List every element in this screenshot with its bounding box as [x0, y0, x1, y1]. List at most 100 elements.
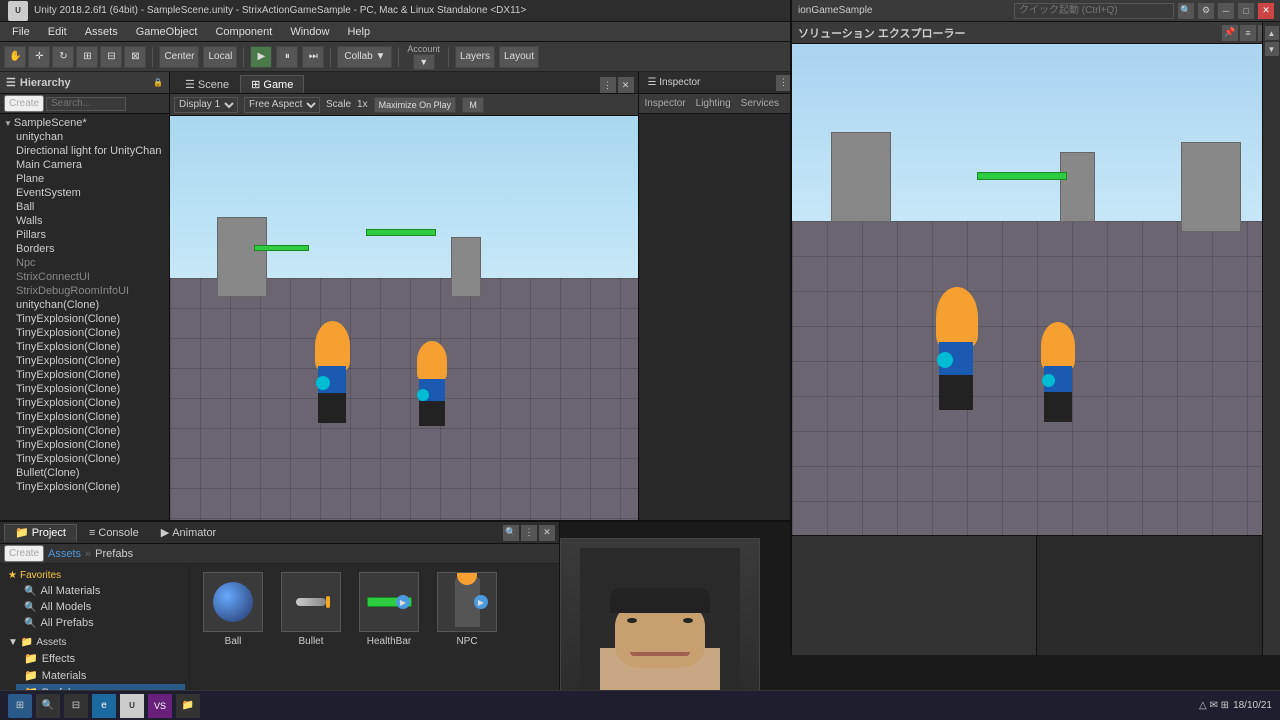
menu-edit[interactable]: Edit — [40, 24, 75, 40]
taskbar-explorer[interactable]: 📁 — [176, 694, 200, 718]
display-select[interactable]: Display 1 — [174, 97, 238, 113]
hierarchy-item-bullet[interactable]: Bullet(Clone) — [0, 466, 169, 480]
hierarchy-item-unitychan[interactable]: unitychan — [0, 130, 169, 144]
tab-animator[interactable]: ▶ Animator — [151, 524, 227, 542]
menu-window[interactable]: Window — [282, 24, 337, 40]
effects-folder[interactable]: 📁Effects — [16, 650, 185, 667]
hierarchy-item-tiny5[interactable]: TinyExplosion(Clone) — [0, 368, 169, 382]
taskbar-edge[interactable]: e — [92, 694, 116, 718]
sol-options-btn[interactable]: ≡ — [1240, 25, 1256, 41]
hierarchy-item-unitychan-clone[interactable]: unitychan(Clone) — [0, 298, 169, 312]
hierarchy-item-plane[interactable]: Plane — [0, 172, 169, 186]
all-materials-item[interactable]: 🔍All Materials — [16, 583, 185, 599]
quick-launch-input[interactable] — [1014, 3, 1174, 19]
services-tab[interactable]: Services — [737, 96, 783, 111]
sol-pin-btn[interactable]: 📌 — [1222, 25, 1238, 41]
hierarchy-item-eventsystem[interactable]: EventSystem — [0, 186, 169, 200]
hierarchy-item-tiny9[interactable]: TinyExplosion(Clone) — [0, 424, 169, 438]
center-button[interactable]: Center — [159, 46, 199, 68]
pause-button[interactable]: ⏸ — [276, 46, 298, 68]
view-options-btn[interactable]: ⋮ — [600, 77, 616, 93]
taskbar-unity[interactable]: U — [120, 694, 144, 718]
right-maximize-btn[interactable]: □ — [1238, 3, 1254, 19]
right-minimize-btn[interactable]: ─ — [1218, 3, 1234, 19]
hierarchy-item-tiny8[interactable]: TinyExplosion(Clone) — [0, 410, 169, 424]
taskbar-start[interactable]: ⊞ — [8, 694, 32, 718]
local-button[interactable]: Local — [203, 46, 237, 68]
asset-bullet[interactable]: Bullet — [276, 572, 346, 647]
materials-folder[interactable]: 📁Materials — [16, 667, 185, 684]
play-button[interactable]: ▶ — [250, 46, 272, 68]
favorites-folder[interactable]: ★Favorites — [4, 568, 185, 583]
menu-component[interactable]: Component — [207, 24, 280, 40]
maximize-play-btn[interactable]: Maximize On Play — [374, 97, 457, 113]
tab-project[interactable]: 📁 Project — [4, 524, 77, 542]
right-side-btn2[interactable]: ▼ — [1265, 42, 1279, 56]
view-close-btn[interactable]: ✕ — [618, 77, 634, 93]
hierarchy-item-tiny6[interactable]: TinyExplosion(Clone) — [0, 382, 169, 396]
menu-file[interactable]: File — [4, 24, 38, 40]
hierarchy-item-dirlight[interactable]: Directional light for UnityChan — [0, 144, 169, 158]
menu-assets[interactable]: Assets — [77, 24, 126, 40]
all-models-item[interactable]: 🔍All Models — [16, 599, 185, 615]
hierarchy-search[interactable] — [46, 97, 126, 111]
hierarchy-item-tiny2[interactable]: TinyExplosion(Clone) — [0, 326, 169, 340]
hierarchy-item-ball[interactable]: Ball — [0, 200, 169, 214]
scale-tool-btn[interactable]: ⊞ — [76, 46, 98, 68]
move-tool-btn[interactable]: ✛ — [28, 46, 50, 68]
right-settings-btn[interactable]: ⚙ — [1198, 3, 1214, 19]
hierarchy-item-samplescene[interactable]: ▼ SampleScene* — [0, 116, 169, 130]
hierarchy-item-borders[interactable]: Borders — [0, 242, 169, 256]
hierarchy-item-pillars[interactable]: Pillars — [0, 228, 169, 242]
right-close-btn[interactable]: ✕ — [1258, 3, 1274, 19]
hierarchy-item-tiny4[interactable]: TinyExplosion(Clone) — [0, 354, 169, 368]
asset-healthbar[interactable]: ▶ HealthBar — [354, 572, 424, 647]
hierarchy-item-strixdebug[interactable]: StrixDebugRoomInfoUI — [0, 284, 169, 298]
project-search-btn[interactable]: 🔍 — [503, 525, 519, 541]
all-prefabs-item[interactable]: 🔍All Prefabs — [16, 615, 185, 631]
hierarchy-item-walls[interactable]: Walls — [0, 214, 169, 228]
tab-inspector[interactable]: ☰ Inspector — [641, 74, 708, 92]
hierarchy-item-tiny3[interactable]: TinyExplosion(Clone) — [0, 340, 169, 354]
right-side-btn1[interactable]: ▲ — [1265, 26, 1279, 40]
hierarchy-item-strixconnect[interactable]: StrixConnectUI — [0, 270, 169, 284]
menu-gameobject[interactable]: GameObject — [128, 24, 206, 40]
taskbar-task[interactable]: ⊟ — [64, 694, 88, 718]
hierarchy-item-tiny1[interactable]: TinyExplosion(Clone) — [0, 312, 169, 326]
hierarchy-item-tiny7[interactable]: TinyExplosion(Clone) — [0, 396, 169, 410]
hand-tool-btn[interactable]: ✋ — [4, 46, 26, 68]
hierarchy-create-btn[interactable]: Create — [4, 95, 44, 112]
taskbar-search[interactable]: 🔍 — [36, 694, 60, 718]
inspector-tab[interactable]: Inspector — [641, 96, 690, 111]
tab-scene[interactable]: ☰ Scene — [174, 75, 240, 93]
layers-button[interactable]: Layers — [455, 46, 495, 68]
layout-button[interactable]: Layout — [499, 46, 539, 68]
hierarchy-collapse[interactable]: 🔒 — [153, 78, 163, 87]
taskbar-vs[interactable]: VS — [148, 694, 172, 718]
right-search-btn[interactable]: 🔍 — [1178, 3, 1194, 19]
rect-tool-btn[interactable]: ⊟ — [100, 46, 122, 68]
breadcrumb-prefabs[interactable]: Prefabs — [95, 548, 133, 560]
hierarchy-item-npc[interactable]: Npc — [0, 256, 169, 270]
account-button[interactable]: ▼ — [413, 54, 435, 70]
tab-console[interactable]: ≡ Console — [79, 524, 149, 542]
lighting-tab[interactable]: Lighting — [692, 96, 735, 111]
collab-button[interactable]: Collab ▼ — [337, 46, 392, 68]
project-create-btn[interactable]: Create — [4, 545, 44, 562]
project-options-btn[interactable]: ⋮ — [521, 525, 537, 541]
asset-ball[interactable]: Ball — [198, 572, 268, 647]
hierarchy-item-tiny12[interactable]: TinyExplosion(Clone) — [0, 480, 169, 494]
hierarchy-item-tiny11[interactable]: TinyExplosion(Clone) — [0, 452, 169, 466]
asset-npc[interactable]: ▶ NPC — [432, 572, 502, 647]
tab-game[interactable]: ⊞ Game — [240, 75, 304, 93]
mute-btn[interactable]: M — [462, 97, 484, 113]
menu-help[interactable]: Help — [339, 24, 378, 40]
transform-tool-btn[interactable]: ⊠ — [124, 46, 146, 68]
project-close-btn[interactable]: ✕ — [539, 525, 555, 541]
breadcrumb-assets[interactable]: Assets — [48, 548, 81, 560]
assets-root-folder[interactable]: ▼📁Assets — [4, 635, 185, 650]
hierarchy-item-tiny10[interactable]: TinyExplosion(Clone) — [0, 438, 169, 452]
aspect-select[interactable]: Free Aspect — [244, 97, 320, 113]
rotate-tool-btn[interactable]: ↻ — [52, 46, 74, 68]
step-button[interactable]: ⏭ — [302, 46, 324, 68]
